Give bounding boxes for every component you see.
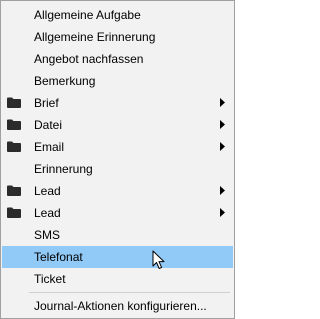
menu-item-ticket[interactable]: Ticket [2,268,233,290]
menu-item-brief[interactable]: Brief [2,92,233,114]
menu-item-lead[interactable]: Lead [2,180,233,202]
menu-item-label: Ticket [34,272,66,286]
menu-item-datei[interactable]: Datei [2,114,233,136]
submenu-arrow-icon [220,142,225,151]
folder-icon [7,185,21,196]
menu-item-erinnerung[interactable]: Erinnerung [2,158,233,180]
menu-item-label: Bemerkung [34,74,96,88]
context-menu: Allgemeine Aufgabe Allgemeine Erinnerung… [0,0,235,319]
menu-item-label: Allgemeine Aufgabe [34,8,141,22]
menu-item-label: Lead [34,184,61,198]
menu-item-label: Allgemeine Erinnerung [34,30,156,44]
menu-item-configure-journal-actions[interactable]: Journal-Aktionen konfigurieren... [2,295,233,317]
submenu-arrow-icon [220,120,225,129]
menu-item-telefonat[interactable]: Telefonat [2,246,233,268]
folder-icon [7,119,21,130]
menu-item-lead-2[interactable]: Lead [2,202,233,224]
menu-item-label: Lead [34,206,61,220]
menu-item-sms[interactable]: SMS [2,224,233,246]
menu-item-label: Email [34,140,65,154]
menu-separator [29,292,230,293]
mouse-cursor-icon [152,250,165,269]
folder-icon [7,141,21,152]
menu-item-bemerkung[interactable]: Bemerkung [2,70,233,92]
folder-icon [7,207,21,218]
submenu-arrow-icon [220,208,225,217]
menu-item-label: Brief [34,96,59,110]
menu-item-label: Datei [34,118,63,132]
menu-item-label: Angebot nachfassen [34,52,144,66]
menu-item-label: Erinnerung [34,162,93,176]
menu-item-angebot-nachfassen[interactable]: Angebot nachfassen [2,48,233,70]
menu-item-label: SMS [34,228,61,242]
menu-item-allgemeine-erinnerung[interactable]: Allgemeine Erinnerung [2,26,233,48]
folder-icon [7,97,21,108]
menu-item-allgemeine-aufgabe[interactable]: Allgemeine Aufgabe [2,4,233,26]
submenu-arrow-icon [220,98,225,107]
menu-item-label: Journal-Aktionen konfigurieren... [34,299,207,313]
submenu-arrow-icon [220,186,225,195]
menu-item-label: Telefonat [34,250,83,264]
menu-item-email[interactable]: Email [2,136,233,158]
